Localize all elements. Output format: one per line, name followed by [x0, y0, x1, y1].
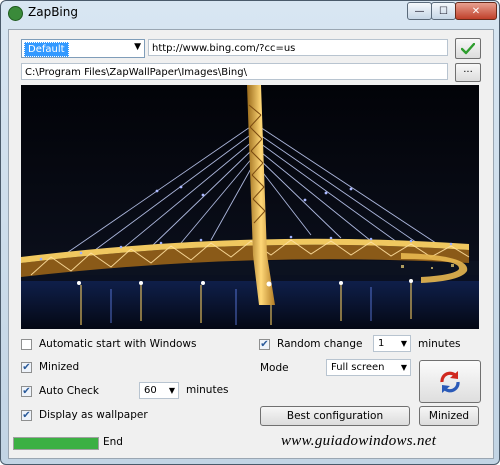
bridge-wallpaper-image	[21, 85, 479, 329]
chevron-down-icon: ▼	[134, 42, 141, 52]
zapbing-app-icon	[8, 6, 23, 21]
minimize-icon: —	[414, 5, 425, 17]
chevron-down-icon: ▼	[168, 386, 175, 395]
auto-check-label: Auto Check	[39, 385, 100, 397]
source-selected-value: Default	[24, 42, 69, 57]
minimize-to-tray-button[interactable]: Minized	[419, 406, 479, 426]
folder-path-field[interactable]: C:\Program Files\ZapWallPaper\Images\Bin…	[21, 63, 448, 80]
maximize-icon: ☐	[439, 5, 448, 17]
apply-button[interactable]	[455, 38, 481, 59]
refresh-button[interactable]	[419, 360, 481, 403]
watermark-text: www.guiadowindows.net	[281, 433, 437, 449]
status-text: End	[103, 436, 123, 448]
maximize-button[interactable]: ☐	[431, 2, 456, 20]
auto-check-option[interactable]: ✔ Auto Check	[21, 383, 99, 399]
source-select[interactable]: Default ▼	[21, 39, 145, 58]
display-wallpaper-checkbox[interactable]: ✔	[21, 409, 32, 421]
minimized-option[interactable]: ✔ Minized	[21, 359, 79, 375]
random-change-unit-label: minutes	[418, 338, 461, 350]
auto-start-label: Automatic start with Windows	[39, 338, 197, 350]
minimize-button[interactable]: —	[407, 2, 432, 20]
chevron-down-icon: ▼	[400, 363, 407, 372]
refresh-icon	[440, 370, 460, 393]
auto-check-interval-value: 60	[144, 385, 157, 396]
random-change-interval-select[interactable]: 1 ▼	[373, 335, 411, 352]
zapbing-window: ZapBing — ☐ ✕ Default ▼ http://www.bing.…	[0, 0, 500, 465]
mode-select[interactable]: Full screen ▼	[326, 359, 411, 376]
auto-start-checkbox[interactable]	[21, 338, 32, 350]
status-progress-fill	[14, 438, 98, 449]
minimized-label: Minized	[39, 361, 80, 373]
url-field[interactable]: http://www.bing.com/?cc=us	[148, 39, 448, 56]
minimized-checkbox[interactable]: ✔	[21, 361, 32, 373]
display-wallpaper-option[interactable]: ✔ Display as wallpaper	[21, 407, 148, 423]
window-title: ZapBing	[28, 5, 78, 19]
close-icon: ✕	[471, 5, 481, 17]
auto-check-unit-label: minutes	[186, 384, 229, 396]
random-change-option[interactable]: ✔ Random change	[259, 336, 362, 352]
mode-label: Mode	[260, 362, 289, 374]
wallpaper-preview	[21, 85, 479, 329]
close-button[interactable]: ✕	[455, 2, 497, 20]
browse-button[interactable]: ...	[455, 63, 481, 82]
check-icon	[461, 42, 475, 54]
best-configuration-button[interactable]: Best configuration	[260, 406, 410, 426]
display-wallpaper-label: Display as wallpaper	[39, 409, 148, 421]
client-area: Default ▼ http://www.bing.com/?cc=us C:\…	[8, 29, 494, 459]
status-progress-bar	[13, 437, 99, 450]
auto-check-interval-select[interactable]: 60 ▼	[139, 382, 179, 399]
chevron-down-icon: ▼	[400, 339, 407, 348]
random-change-checkbox[interactable]: ✔	[259, 338, 270, 350]
title-bar[interactable]: ZapBing — ☐ ✕	[1, 1, 499, 25]
auto-start-option[interactable]: Automatic start with Windows	[21, 336, 196, 352]
random-change-label: Random change	[277, 338, 363, 350]
mode-value: Full screen	[331, 362, 385, 373]
auto-check-checkbox[interactable]: ✔	[21, 385, 32, 397]
random-change-interval-value: 1	[378, 338, 385, 349]
